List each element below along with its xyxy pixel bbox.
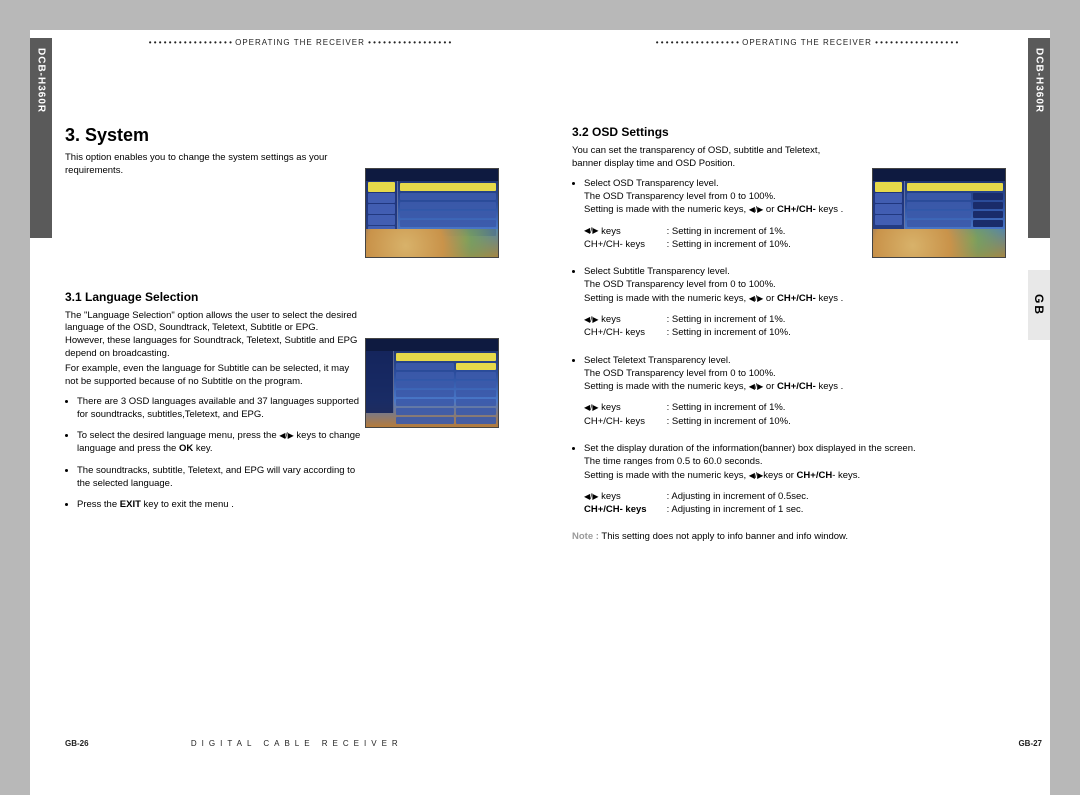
left-right-icon: ◀/▶ xyxy=(584,314,599,325)
page-number: GB-26 xyxy=(65,739,89,748)
note: Note : This setting does not apply to in… xyxy=(572,531,1042,542)
left-right-icon: ◀/▶ xyxy=(749,381,764,392)
margin-right xyxy=(1050,0,1080,795)
bullet-item: Select Teletext Transparency level. The … xyxy=(584,354,972,394)
footer-left: GB-26 DIGITAL CABLE RECEIVER xyxy=(65,739,535,748)
bullet-item: The soundtracks, subtitle, Teletext, and… xyxy=(77,464,365,491)
dot-decoration: • • • • • • • • • • • • • • • • • xyxy=(149,38,232,47)
running-head-left: • • • • • • • • • • • • • • • • • OPERAT… xyxy=(65,38,535,47)
dot-decoration: • • • • • • • • • • • • • • • • • xyxy=(656,38,739,47)
margin-left xyxy=(0,0,30,795)
para-lang-2: For example, even the language for Subti… xyxy=(65,363,360,389)
bullet-item: Press the EXIT key to exit the menu . xyxy=(77,498,365,511)
running-head-right: • • • • • • • • • • • • • • • • • OPERAT… xyxy=(572,38,1042,47)
footer-text: DIGITAL CABLE RECEIVER xyxy=(191,739,403,748)
left-right-icon: ◀/▶ xyxy=(749,204,764,215)
page-number: GB-27 xyxy=(1018,739,1042,748)
bullet-item: Set the display duration of the informat… xyxy=(584,442,1022,482)
manual-spread: DCB-H360R DCB-H360R GB • • • • • • • • •… xyxy=(0,0,1080,795)
page-right: • • • • • • • • • • • • • • • • • OPERAT… xyxy=(572,38,1042,758)
bullet-item: To select the desired language menu, pre… xyxy=(77,429,365,456)
left-right-icon: ◀/▶ xyxy=(584,491,599,502)
left-right-icon: ◀/▶ xyxy=(749,293,764,304)
subsection-3-1: 3.1 Language Selection xyxy=(65,290,535,304)
osd-block-2: Select Subtitle Transparency level. The … xyxy=(572,265,972,305)
page-left: • • • • • • • • • • • • • • • • • OPERAT… xyxy=(65,38,535,758)
screenshot-language-selection xyxy=(365,338,499,428)
section-intro: This option enables you to change the sy… xyxy=(65,152,360,178)
para-osd-intro: You can set the transparency of OSD, sub… xyxy=(572,145,852,171)
dot-decoration: • • • • • • • • • • • • • • • • • xyxy=(368,38,451,47)
para-lang-1: The "Language Selection" option allows t… xyxy=(65,310,360,361)
bullet-item: Select OSD Transparency level. The OSD T… xyxy=(584,177,872,217)
footer-right: GB-27 xyxy=(572,739,1042,748)
left-right-icon: ◀/▶ xyxy=(584,225,599,236)
bullet-item: Select Subtitle Transparency level. The … xyxy=(584,265,972,305)
key-row: ◀/▶ keys : Adjusting in increment of 0.5… xyxy=(584,490,1042,517)
section-title: 3. System xyxy=(65,125,535,146)
key-row: ◀/▶ keys : Setting in increment of 1%. C… xyxy=(584,401,1042,428)
osd-block-3: Select Teletext Transparency level. The … xyxy=(572,354,972,394)
key-row: ◀/▶ keys : Setting in increment of 1%. C… xyxy=(584,313,1042,340)
margin-top xyxy=(0,0,1080,30)
model-tab-left: DCB-H360R xyxy=(30,38,52,238)
subsection-3-2: 3.2 OSD Settings xyxy=(572,125,1042,139)
osd-block-4: Set the display duration of the informat… xyxy=(572,442,1022,482)
bullet-item: There are 3 OSD languages available and … xyxy=(77,395,365,422)
bullet-list-left: There are 3 OSD languages available and … xyxy=(65,395,365,512)
osd-block-1: Select OSD Transparency level. The OSD T… xyxy=(572,177,872,217)
left-right-icon: ◀/▶ xyxy=(279,430,294,441)
left-right-icon: ◀/▶ xyxy=(749,470,764,481)
dot-decoration: • • • • • • • • • • • • • • • • • xyxy=(875,38,958,47)
left-right-icon: ◀/▶ xyxy=(584,402,599,413)
screenshot-osd-settings xyxy=(872,168,1006,258)
screenshot-system-setup xyxy=(365,168,499,258)
